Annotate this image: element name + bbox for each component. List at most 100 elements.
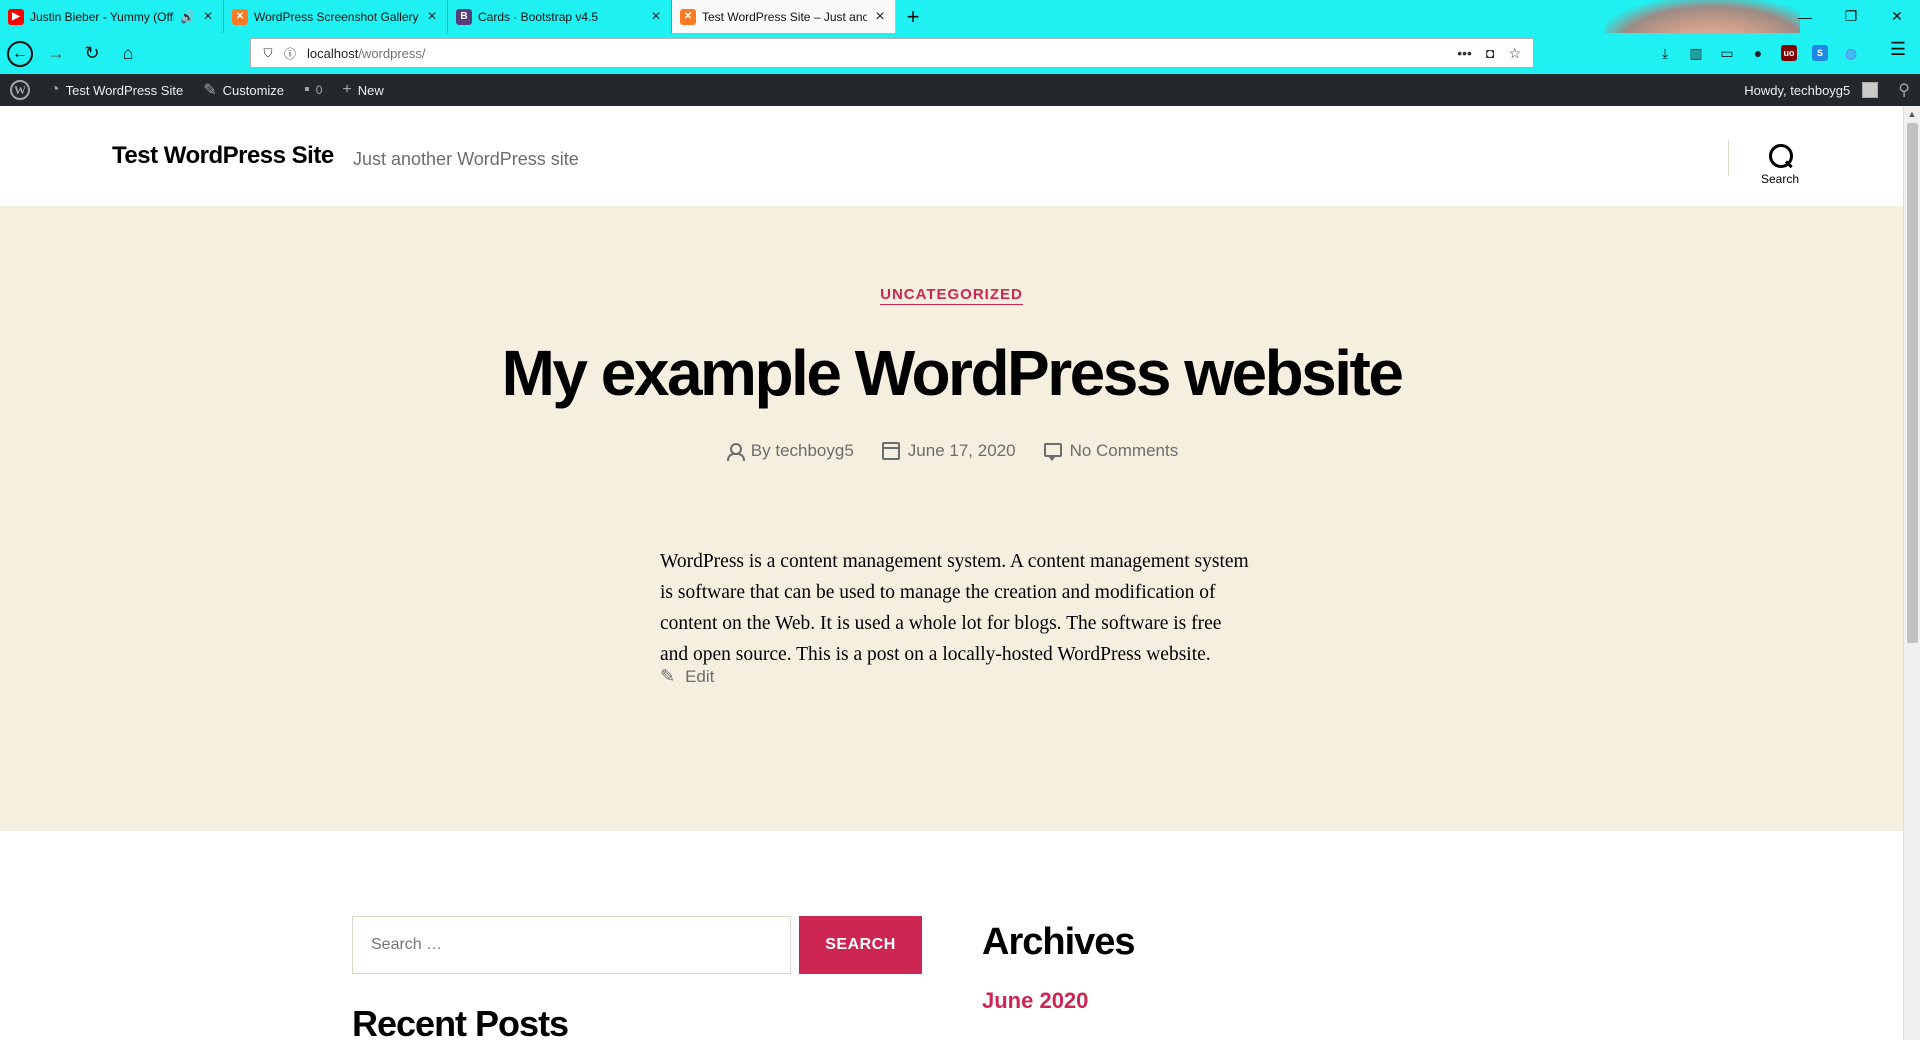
search-input[interactable] — [352, 916, 791, 974]
post-comments: No Comments — [1043, 441, 1179, 461]
close-window-icon[interactable]: ✕ — [1874, 0, 1920, 33]
admin-search[interactable]: ⚲ — [1888, 74, 1920, 106]
sidebar-icon[interactable]: ▭ — [1716, 39, 1738, 67]
address-bar[interactable]: ⛉ ⓘ localhost/wordpress/ ••• ◘ ☆ — [250, 38, 1534, 68]
location-extension-icon[interactable]: ◍ — [1840, 39, 1862, 67]
tab-title: Justin Bieber - Yummy (Offi — [30, 9, 175, 24]
site-header: Test WordPress Site Just another WordPre… — [0, 106, 1903, 206]
tab-title: Test WordPress Site – Just anot — [702, 9, 867, 24]
admin-customize[interactable]: ✎ Customize — [193, 74, 294, 106]
post-header: UNCATEGORIZED My example WordPress websi… — [0, 206, 1903, 831]
admin-new-label: New — [357, 82, 384, 98]
admin-site-name[interactable]: ◔ Test WordPress Site — [40, 74, 193, 106]
avatar — [1862, 82, 1879, 98]
home-button[interactable]: ⌂ — [112, 38, 144, 70]
scrollbar[interactable]: ▲ — [1903, 106, 1920, 1040]
wp-admin-bar: W ◔ Test WordPress Site ✎ Customize ▪ 0 … — [0, 74, 1920, 106]
comments-link[interactable]: No Comments — [1070, 441, 1179, 461]
downloads-icon[interactable]: ⤓ — [1654, 39, 1676, 67]
browser-nav-bar: ← → ↻ ⌂ ⛉ ⓘ localhost/wordpress/ ••• ◘ ☆… — [0, 33, 1920, 74]
back-button[interactable]: ← — [4, 38, 36, 70]
back-arrow-icon: ← — [7, 40, 33, 67]
speaker-icon[interactable]: 🔊 — [180, 10, 195, 24]
shield-icon[interactable]: ⛉ — [257, 46, 279, 61]
brush-icon: ✎ — [203, 82, 217, 99]
close-tab-icon[interactable]: × — [649, 8, 663, 26]
post-content: WordPress is a content management system… — [660, 551, 1249, 665]
post-meta: By techboyg5 June 17, 2020 No Comments — [0, 441, 1903, 461]
url-text: localhost/wordpress/ — [307, 46, 1457, 61]
scrollbar-thumb[interactable] — [1907, 123, 1918, 643]
footer-widgets: SEARCH Recent Posts Archives June 2020 — [0, 831, 1903, 1040]
calendar-icon — [881, 442, 900, 460]
post-date: June 17, 2020 — [881, 441, 1016, 461]
admin-my-account[interactable]: Howdy, techboyg5 — [1734, 74, 1888, 106]
edit-icon: ✎ — [660, 666, 676, 686]
post-title: My example WordPress website — [501, 337, 1404, 409]
url-host: localhost — [307, 45, 359, 61]
comment-icon — [1043, 443, 1062, 461]
edit-link[interactable]: ✎ Edit — [660, 666, 714, 687]
howdy-label: Howdy, techboyg5 — [1744, 82, 1851, 98]
menu-icon[interactable]: ☰ — [1890, 39, 1906, 60]
admin-customize-label: Customize — [222, 82, 285, 98]
search-toggle-label: Search — [1760, 172, 1800, 186]
scroll-up-icon[interactable]: ▲ — [1904, 106, 1920, 123]
admin-new[interactable]: + New — [332, 74, 393, 106]
browser-tab-active[interactable]: ✕ Test WordPress Site – Just anot × — [672, 0, 896, 33]
page-actions-icon[interactable]: ••• — [1457, 45, 1472, 62]
ublock-icon[interactable]: uo — [1778, 39, 1800, 67]
close-tab-icon[interactable]: × — [425, 8, 439, 26]
bootstrap-icon: B — [456, 8, 472, 25]
user-icon — [725, 442, 745, 461]
close-tab-icon[interactable]: × — [873, 8, 887, 26]
new-tab-button[interactable]: + — [896, 0, 930, 33]
minimize-icon[interactable]: — — [1782, 0, 1828, 33]
comments-count: 0 — [315, 83, 323, 97]
site-title[interactable]: Test WordPress Site — [112, 142, 334, 170]
dashboard-icon: ◔ — [50, 81, 60, 98]
url-path: /wordpress/ — [358, 45, 426, 61]
date-link[interactable]: June 17, 2020 — [908, 441, 1016, 461]
post-author: By techboyg5 — [725, 441, 854, 461]
reload-button[interactable]: ↻ — [76, 38, 108, 70]
pocket-icon[interactable]: ◘ — [1486, 45, 1494, 62]
site-description: Just another WordPress site — [353, 149, 579, 169]
search-form: SEARCH — [352, 916, 922, 974]
bookmark-star-icon[interactable]: ☆ — [1508, 45, 1521, 62]
library-icon[interactable]: ▥ — [1685, 39, 1707, 67]
forward-arrow-icon: → — [47, 43, 65, 63]
forward-button[interactable]: → — [40, 38, 72, 70]
search-submit-button[interactable]: SEARCH — [799, 916, 922, 974]
plus-icon: + — [342, 81, 352, 98]
category-link[interactable]: UNCATEGORIZED — [880, 286, 1023, 305]
browser-tab[interactable]: ▶ Justin Bieber - Yummy (Offi 🔊 × — [0, 0, 224, 33]
account-icon[interactable]: ● — [1747, 39, 1769, 67]
youtube-icon: ▶ — [8, 8, 24, 25]
browser-tab[interactable]: ✕ WordPress Screenshot Gallery × — [224, 0, 448, 33]
category-link-wrap: UNCATEGORIZED — [0, 286, 1903, 305]
header-divider — [1728, 140, 1729, 176]
recent-posts-heading: Recent Posts — [352, 1003, 569, 1040]
window-controls: — ❐ ✕ — [1782, 0, 1920, 33]
author-link[interactable]: By techboyg5 — [751, 441, 854, 461]
edit-label: Edit — [685, 666, 715, 686]
restore-icon[interactable]: ❐ — [1828, 0, 1874, 33]
close-tab-icon[interactable]: × — [201, 8, 215, 26]
admin-site-name-label: Test WordPress Site — [65, 82, 184, 98]
search-toggle-button[interactable]: Search — [1740, 142, 1820, 186]
admin-comments[interactable]: ▪ 0 — [294, 74, 332, 106]
comment-icon: ▪ — [304, 81, 310, 98]
reload-icon: ↻ — [84, 43, 100, 63]
search-icon: ⚲ — [1898, 82, 1910, 99]
wordpress-icon: W — [10, 80, 30, 100]
search-icon — [1767, 142, 1793, 168]
tab-title: WordPress Screenshot Gallery — [254, 9, 419, 24]
xampp-icon: ✕ — [680, 8, 696, 25]
extension-s-icon[interactable]: S — [1809, 39, 1831, 67]
page-viewport: Test WordPress Site Just another WordPre… — [0, 106, 1903, 1040]
archive-link[interactable]: June 2020 — [982, 988, 1088, 1014]
info-icon[interactable]: ⓘ — [279, 45, 301, 62]
browser-tab[interactable]: B Cards · Bootstrap v4.5 × — [448, 0, 672, 33]
wp-logo-menu[interactable]: W — [0, 74, 40, 106]
